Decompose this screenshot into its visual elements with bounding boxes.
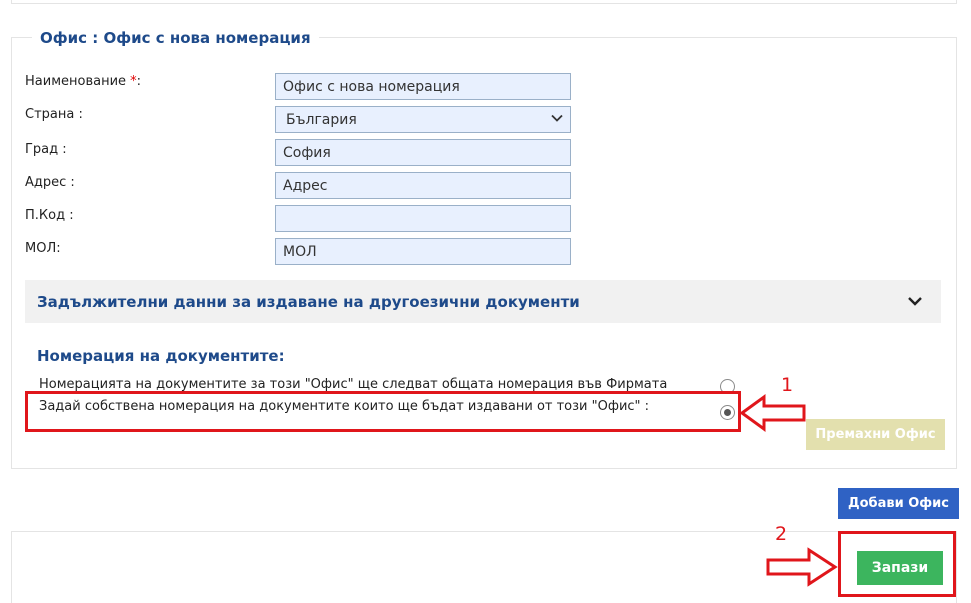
save-button[interactable]: Запази [857,551,943,585]
office-panel: Офис : Офис с нова номерация Наименовани… [11,29,957,469]
chevron-down-icon [908,297,922,306]
annotation-highlight-box-1 [25,391,741,432]
add-office-button[interactable]: Добави Офис [838,488,959,519]
address-label: Адрес : [25,175,75,190]
accordion-title: Задължителни данни за издаване на другое… [37,293,580,311]
name-input[interactable]: Офис с нова номерация [275,73,571,100]
city-label: Град : [25,142,67,157]
foreign-documents-accordion[interactable]: Задължителни данни за издаване на другое… [25,280,941,323]
annotation-arrow-right-icon [766,547,838,587]
country-value: България [286,112,357,128]
postcode-label: П.Код : [25,208,74,223]
previous-section-panel [11,0,957,4]
mol-input[interactable]: МОЛ [275,238,571,265]
postcode-input[interactable] [275,205,571,232]
annotation-number-2: 2 [775,523,788,545]
office-legend: Офис : Офис с нова номерация [32,29,319,47]
country-label: Страна : [25,107,83,122]
numbering-title: Номерация на документите: [37,347,285,365]
city-input[interactable]: София [275,139,571,166]
country-select[interactable]: България [275,106,571,133]
remove-office-button[interactable]: Премахни Офис [806,419,945,450]
annotation-arrow-left-icon [739,394,806,432]
chevron-down-icon [551,114,563,122]
mol-label: МОЛ: [25,241,61,256]
name-label: Наименование *: [25,74,142,89]
numbering-option-1-label: Номерацията на документите за този "Офис… [39,377,668,392]
address-input[interactable]: Адрес [275,172,571,199]
